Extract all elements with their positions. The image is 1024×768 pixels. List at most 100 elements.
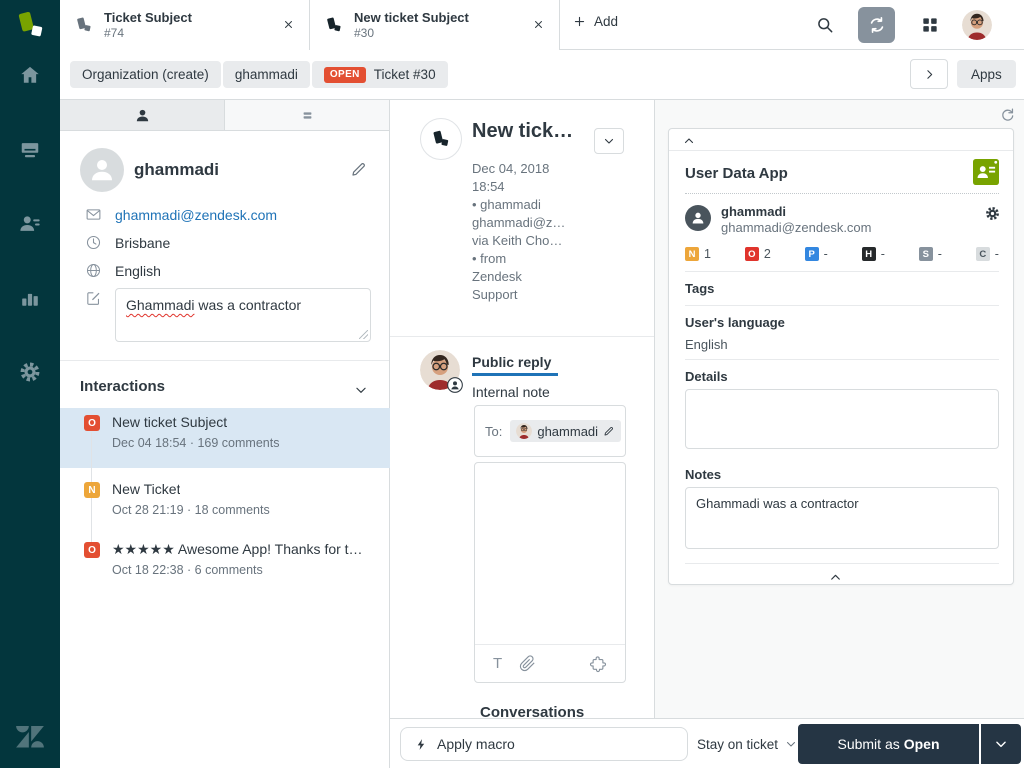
user-notes-input[interactable]: Ghammadi was a contractor bbox=[115, 288, 371, 342]
stay-on-ticket-dropdown[interactable]: Stay on ticket bbox=[697, 719, 797, 768]
apps-panel: User Data App ghammadi gham bbox=[655, 100, 1024, 718]
status-badge-open: O bbox=[84, 542, 100, 558]
recipient-pill[interactable]: ghammadi bbox=[510, 420, 621, 442]
tab-ticket-number: #74 bbox=[104, 26, 192, 40]
email-icon bbox=[85, 206, 102, 223]
customers-icon[interactable] bbox=[0, 202, 60, 246]
apps-toggle-button[interactable]: Apps bbox=[957, 60, 1016, 88]
zendesk-logo bbox=[16, 726, 44, 748]
edit-user-pencil-icon[interactable] bbox=[350, 160, 368, 178]
apply-macro-button[interactable]: Apply macro bbox=[400, 727, 688, 761]
chevron-right-icon bbox=[923, 68, 936, 81]
divider bbox=[390, 336, 654, 337]
text-format-icon[interactable]: T bbox=[493, 655, 502, 672]
breadcrumb: Organization (create) ghammadi OPEN Tick… bbox=[70, 61, 448, 88]
user-avatar-placeholder bbox=[80, 148, 124, 192]
agent-badge-icon bbox=[447, 377, 463, 393]
status-badge-open: O bbox=[84, 415, 100, 431]
sync-arrows-icon bbox=[867, 15, 887, 35]
apps-puzzle-icon[interactable] bbox=[589, 655, 607, 673]
interaction-row[interactable]: N New Ticket Oct 28 21:19 · 18 comments bbox=[60, 475, 390, 532]
person-icon bbox=[134, 107, 151, 124]
search-icon[interactable] bbox=[815, 15, 835, 35]
tab-user-details[interactable] bbox=[225, 100, 389, 130]
user-email-link[interactable]: ghammadi@zendesk.com bbox=[115, 207, 277, 223]
add-tab-button[interactable]: Add bbox=[572, 14, 618, 29]
notes-textarea[interactable]: Ghammadi was a contractor bbox=[685, 487, 999, 549]
submit-button-group: Submit asOpen bbox=[798, 724, 1021, 764]
ticket-icon bbox=[74, 15, 94, 35]
ticket-tab-30-active[interactable]: New ticket Subject #30 bbox=[310, 0, 560, 50]
tab-user-profile[interactable] bbox=[60, 100, 225, 130]
ticket-column: New tick… Dec 04, 2018 18:54 • ghammadi … bbox=[390, 100, 655, 718]
reload-apps-icon[interactable] bbox=[999, 106, 1016, 123]
interaction-row[interactable]: O ★★★★★ Awesome App! Thanks for t… Oct 1… bbox=[60, 535, 390, 592]
tab-internal-note[interactable]: Internal note bbox=[472, 384, 550, 400]
plus-icon bbox=[572, 14, 587, 29]
globe-icon bbox=[85, 262, 102, 279]
resize-handle[interactable] bbox=[359, 330, 368, 339]
admin-gear-icon[interactable] bbox=[0, 350, 60, 394]
submit-options-chevron[interactable] bbox=[979, 724, 1021, 764]
chevron-up-icon[interactable] bbox=[829, 571, 842, 584]
stay-on-ticket-label: Stay on ticket bbox=[697, 737, 778, 752]
ticket-title: New tick… bbox=[472, 120, 588, 143]
to-field[interactable]: To: ghammadi bbox=[474, 405, 626, 457]
chevron-up-icon[interactable] bbox=[683, 135, 695, 147]
tab-ticket-number: #30 bbox=[354, 26, 469, 40]
reports-icon[interactable] bbox=[0, 276, 60, 320]
ticket-channel-icon bbox=[420, 118, 462, 160]
divider bbox=[685, 305, 999, 306]
details-label: Details bbox=[685, 369, 728, 384]
app-user-name: ghammadi bbox=[721, 204, 786, 219]
lightning-bolt-icon bbox=[415, 737, 428, 752]
home-icon[interactable] bbox=[0, 53, 60, 97]
apps-grid-icon[interactable] bbox=[920, 15, 940, 35]
submit-as-open-button[interactable]: Submit asOpen bbox=[798, 724, 979, 764]
breadcrumb-organization[interactable]: Organization (create) bbox=[70, 61, 221, 88]
badge-on-hold: H- bbox=[862, 247, 885, 261]
user-panel: ghammadi ghammadi@zendesk.com Brisbane E… bbox=[60, 100, 390, 768]
interaction-meta: Dec 04 18:54 · 169 comments bbox=[112, 436, 279, 450]
editor-toolbar: T bbox=[475, 644, 625, 682]
interaction-row[interactable]: O New ticket Subject Dec 04 18:54 · 169 … bbox=[60, 408, 390, 468]
breadcrumb-bar: Organization (create) ghammadi OPEN Tick… bbox=[60, 50, 1024, 100]
app-collapse-strip bbox=[669, 129, 1013, 151]
user-data-app-card: User Data App ghammadi gham bbox=[668, 128, 1014, 585]
views-icon[interactable] bbox=[0, 128, 60, 172]
person-icon bbox=[690, 210, 706, 226]
sync-button[interactable] bbox=[858, 7, 895, 43]
content-area: ghammadi ghammadi@zendesk.com Brisbane E… bbox=[60, 100, 1024, 768]
ticket-action-bar: Apply macro Stay on ticket Submit asOpen bbox=[390, 718, 1024, 768]
edit-pencil-icon bbox=[603, 425, 615, 437]
ticket-count-badges: N1 O2 P- H- S- C- bbox=[685, 247, 999, 261]
divider bbox=[60, 360, 389, 361]
notes-text-misspelled: Ghammadi bbox=[126, 297, 194, 313]
notes-icon bbox=[85, 290, 102, 307]
breadcrumb-ticket[interactable]: OPEN Ticket #30 bbox=[312, 61, 448, 88]
breadcrumb-requester[interactable]: ghammadi bbox=[223, 61, 310, 88]
user-timezone: Brisbane bbox=[115, 235, 170, 251]
interaction-title: New ticket Subject bbox=[112, 414, 227, 430]
recipient-name: ghammadi bbox=[537, 424, 598, 439]
chevron-down-icon bbox=[785, 738, 797, 750]
close-icon[interactable] bbox=[282, 18, 295, 31]
agent-avatar[interactable] bbox=[962, 10, 992, 40]
notes-label: Notes bbox=[685, 467, 721, 482]
chevron-down-icon bbox=[994, 737, 1008, 751]
app-settings-gear-icon[interactable] bbox=[985, 206, 1000, 221]
reply-editor[interactable]: T bbox=[474, 462, 626, 683]
tab-public-reply[interactable]: Public reply bbox=[472, 354, 551, 370]
ticket-tab-74[interactable]: Ticket Subject #74 bbox=[60, 0, 310, 50]
next-ticket-button[interactable] bbox=[910, 59, 948, 89]
interaction-title: New Ticket bbox=[112, 481, 180, 497]
details-textarea[interactable] bbox=[685, 389, 999, 449]
chevron-down-icon[interactable] bbox=[354, 383, 368, 397]
interaction-meta: Oct 28 21:19 · 18 comments bbox=[112, 503, 270, 517]
chevron-down-icon bbox=[603, 135, 615, 147]
ticket-options-button[interactable] bbox=[594, 128, 624, 154]
conversations-heading[interactable]: Conversations bbox=[480, 704, 584, 718]
attachment-paperclip-icon[interactable] bbox=[519, 655, 536, 672]
close-icon[interactable] bbox=[532, 18, 545, 31]
left-nav-rail bbox=[0, 0, 60, 768]
